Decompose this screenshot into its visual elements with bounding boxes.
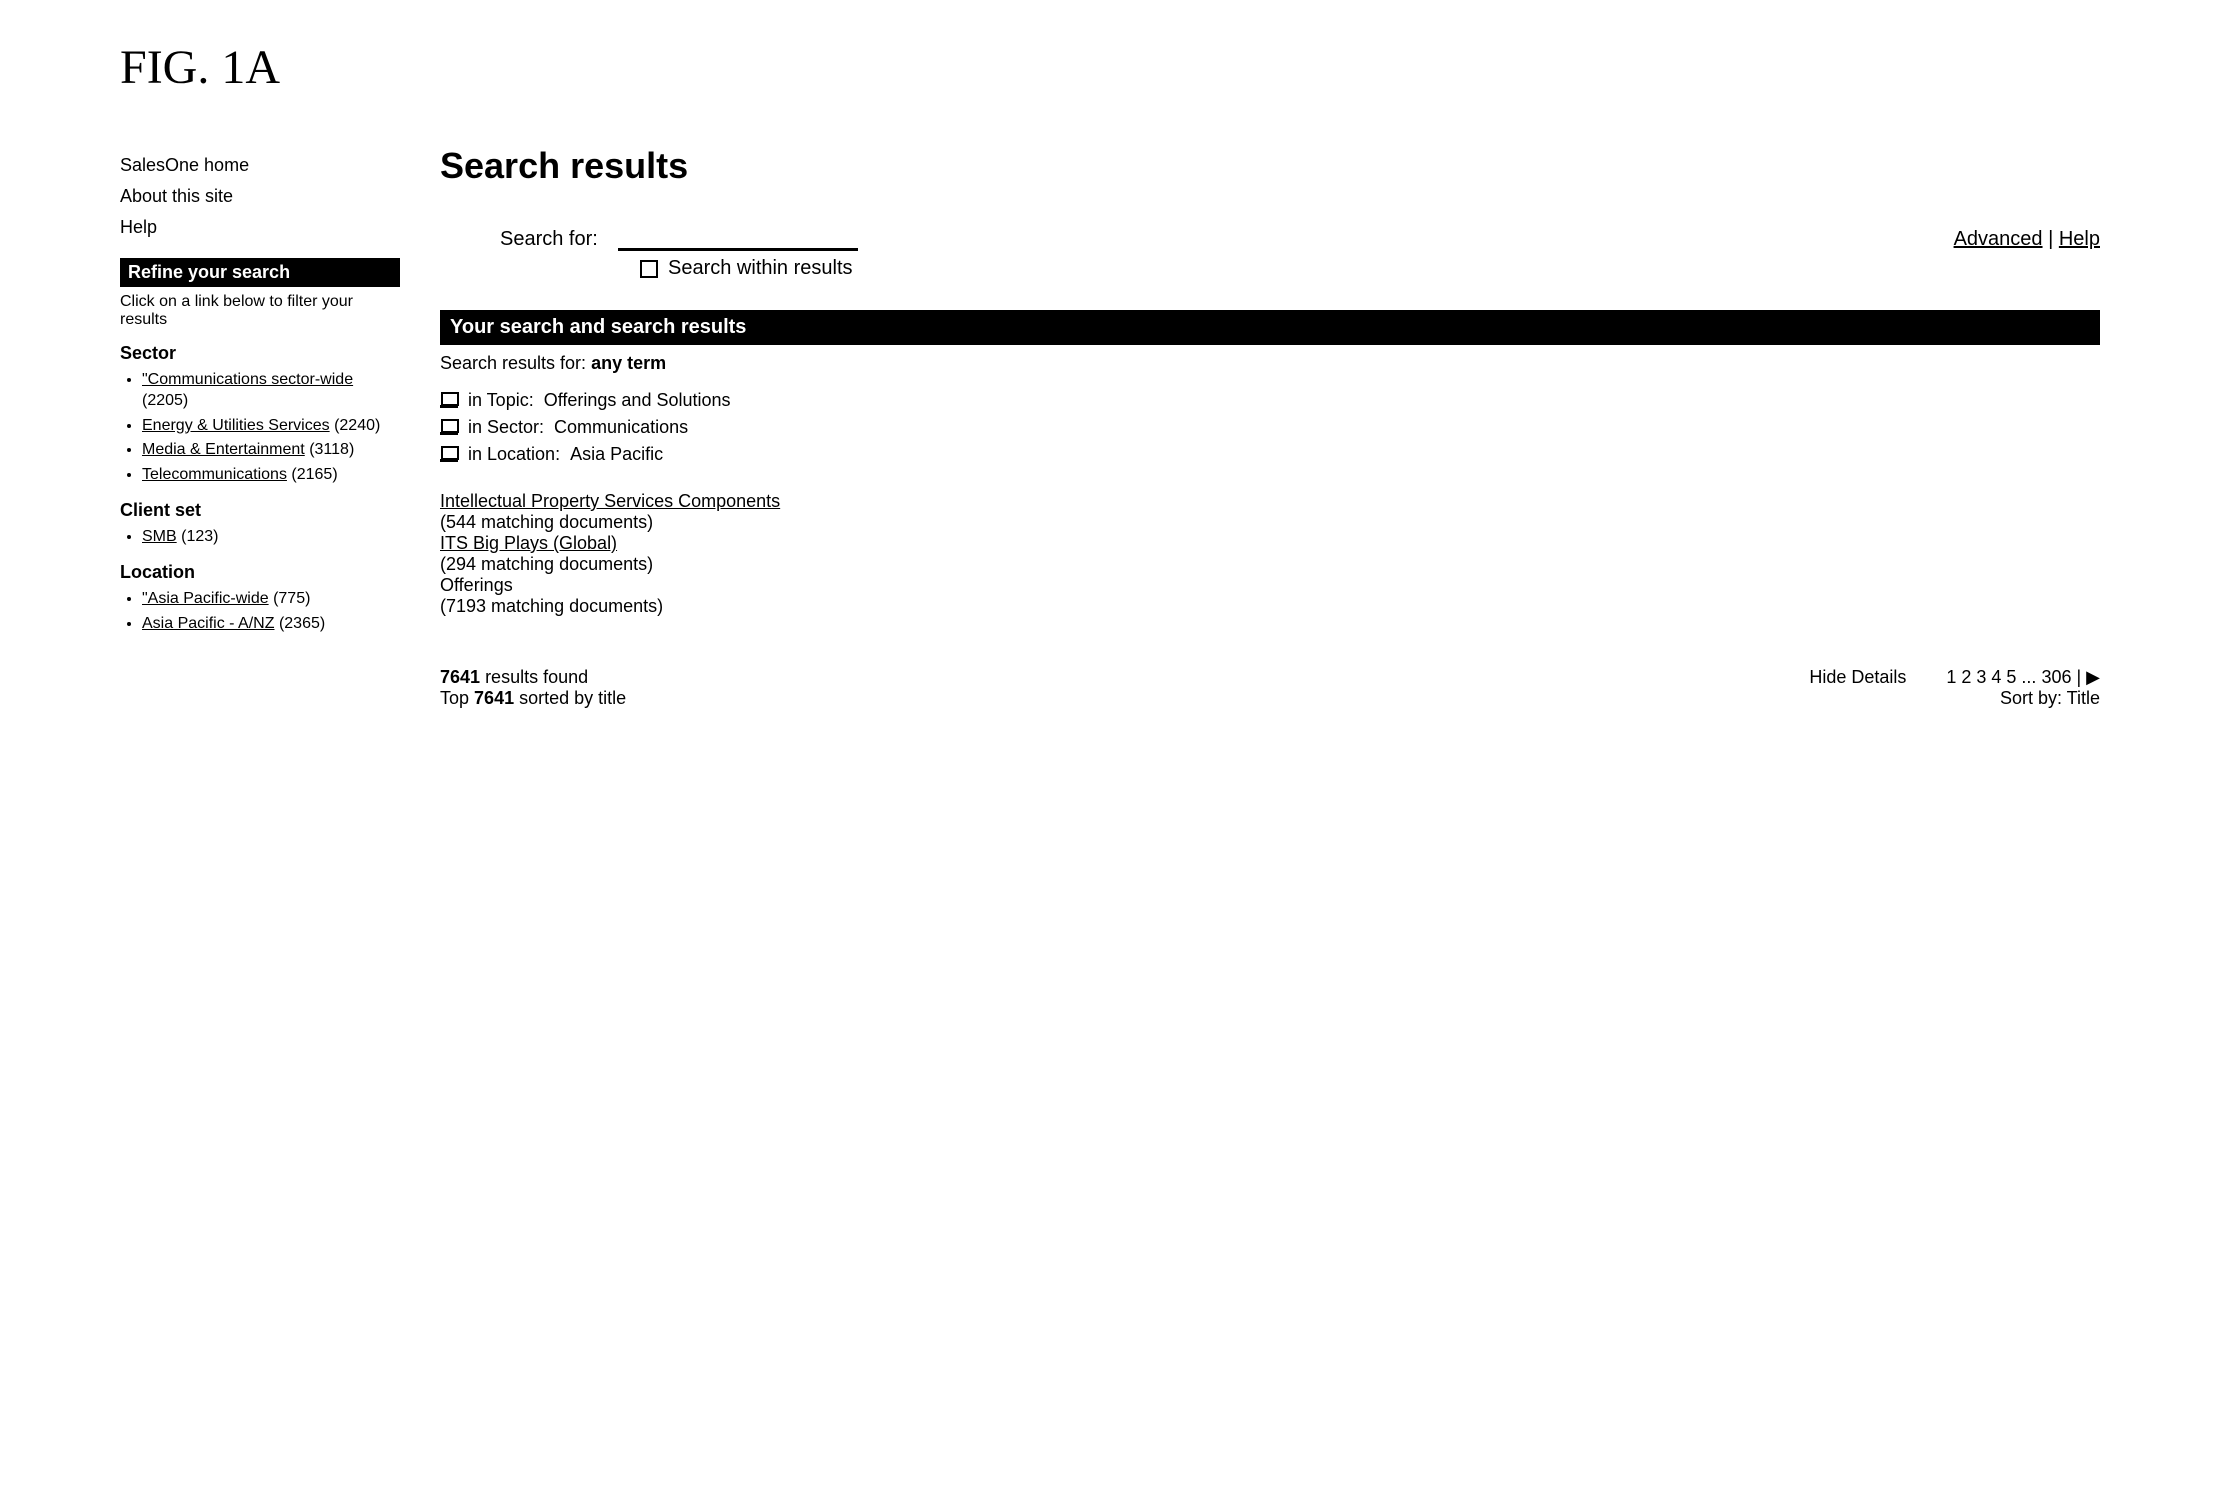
remove-filter-icon[interactable] <box>440 394 458 408</box>
remove-filter-icon[interactable] <box>440 421 458 435</box>
search-within-checkbox[interactable] <box>640 260 658 278</box>
crumb-value: Communications <box>554 417 688 438</box>
facet-count: (2205) <box>142 392 188 409</box>
main-content: Search results Search for: Advanced | He… <box>440 145 2100 709</box>
separator: | <box>2048 228 2059 250</box>
facet-list-location: "Asia Pacific-wide (775) Asia Pacific - … <box>120 589 400 635</box>
crumb-prefix: in Sector: <box>468 417 544 438</box>
results-for-term: any term <box>591 353 666 373</box>
hide-details-toggle[interactable]: Hide Details <box>1809 667 1906 688</box>
nav-home[interactable]: SalesOne home <box>120 155 400 176</box>
facet-title-sector: Sector <box>120 343 400 364</box>
sort-by[interactable]: Sort by: Title <box>1946 688 2100 709</box>
facet-link[interactable]: Telecommunications <box>142 466 287 483</box>
breadcrumb-sector: in Sector: Communications <box>440 417 2100 438</box>
facet-count: (775) <box>273 590 310 607</box>
facet-link[interactable]: "Communications sector-wide <box>142 371 353 388</box>
facet-list-sector: "Communications sector-wide (2205) Energ… <box>120 370 400 486</box>
facet-item[interactable]: Asia Pacific - A/NZ (2365) <box>142 614 400 635</box>
search-help-link[interactable]: Help <box>2059 228 2100 250</box>
refine-search-hint: Click on a link below to filter your res… <box>120 293 400 329</box>
results-footer-bar: 7641 results found Top 7641 sorted by ti… <box>440 667 2100 709</box>
search-within-row: Search within results <box>640 257 2100 280</box>
related-title[interactable]: Intellectual Property Services Component… <box>440 491 780 511</box>
results-count: 7641 <box>440 667 480 687</box>
facet-link[interactable]: Energy & Utilities Services <box>142 417 330 434</box>
facet-item[interactable]: Energy & Utilities Services (2240) <box>142 416 400 437</box>
facet-item[interactable]: "Communications sector-wide (2205) <box>142 370 400 412</box>
facet-link[interactable]: Asia Pacific - A/NZ <box>142 615 274 632</box>
advanced-link[interactable]: Advanced <box>1954 228 2043 250</box>
breadcrumb-filters: in Topic: Offerings and Solutions in Sec… <box>440 390 2100 465</box>
related-item[interactable]: ITS Big Plays (Global) (294 matching doc… <box>440 533 2100 575</box>
results-for-line: Search results for: any term <box>440 353 2100 374</box>
facet-count: (123) <box>181 528 218 545</box>
breadcrumb-location: in Location: Asia Pacific <box>440 444 2100 465</box>
crumb-value: Asia Pacific <box>570 444 663 465</box>
results-found-label: results found <box>485 667 588 687</box>
facet-list-clientset: SMB (123) <box>120 527 400 548</box>
breadcrumb-topic: in Topic: Offerings and Solutions <box>440 390 2100 411</box>
facet-link[interactable]: SMB <box>142 528 177 545</box>
facet-link[interactable]: Media & Entertainment <box>142 441 305 458</box>
crumb-prefix: in Location: <box>468 444 560 465</box>
search-within-label: Search within results <box>668 257 853 280</box>
remove-filter-icon[interactable] <box>440 448 458 462</box>
facet-count: (3118) <box>309 441 354 458</box>
nav-help[interactable]: Help <box>120 217 400 238</box>
related-title[interactable]: ITS Big Plays (Global) <box>440 533 617 553</box>
figure-label: FIG. 1A <box>120 40 2100 95</box>
pagination[interactable]: 1 2 3 4 5 ... 306 | ▶ <box>1946 667 2100 688</box>
results-count-block: 7641 results found Top 7641 sorted by ti… <box>440 667 1769 709</box>
sidebar: SalesOne home About this site Help Refin… <box>120 145 400 709</box>
refine-search-header: Refine your search <box>120 258 400 287</box>
facet-count: (2240) <box>334 417 380 434</box>
search-label: Search for: <box>500 228 598 251</box>
page-title: Search results <box>440 145 2100 187</box>
facet-item[interactable]: Media & Entertainment (3118) <box>142 440 400 461</box>
sorted-count: 7641 <box>474 688 514 708</box>
sorted-suffix: sorted by title <box>519 688 626 708</box>
related-results: Intellectual Property Services Component… <box>440 491 2100 617</box>
search-input[interactable] <box>618 227 858 251</box>
related-item[interactable]: Intellectual Property Services Component… <box>440 491 2100 533</box>
facet-title-clientset: Client set <box>120 500 400 521</box>
sorted-prefix: Top <box>440 688 469 708</box>
layout-row: SalesOne home About this site Help Refin… <box>120 145 2100 709</box>
related-count: (7193 matching documents) <box>440 596 663 616</box>
results-header-bar: Your search and search results <box>440 310 2100 345</box>
pagination-block: 1 2 3 4 5 ... 306 | ▶ Sort by: Title <box>1946 667 2100 709</box>
facet-item[interactable]: "Asia Pacific-wide (775) <box>142 589 400 610</box>
facet-title-location: Location <box>120 562 400 583</box>
related-count: (294 matching documents) <box>440 554 653 574</box>
facet-link[interactable]: "Asia Pacific-wide <box>142 590 269 607</box>
crumb-value: Offerings and Solutions <box>544 390 731 411</box>
related-count: (544 matching documents) <box>440 512 653 532</box>
facet-item[interactable]: SMB (123) <box>142 527 400 548</box>
facet-count: (2165) <box>291 466 337 483</box>
results-for-prefix: Search results for: <box>440 353 586 373</box>
search-row: Search for: Advanced | Help <box>440 227 2100 251</box>
crumb-prefix: in Topic: <box>468 390 534 411</box>
related-item[interactable]: Offerings (7193 matching documents) <box>440 575 2100 617</box>
facet-item[interactable]: Telecommunications (2165) <box>142 465 400 486</box>
facet-count: (2365) <box>279 615 325 632</box>
related-title-plain[interactable]: Offerings <box>440 575 513 595</box>
nav-about[interactable]: About this site <box>120 186 400 207</box>
